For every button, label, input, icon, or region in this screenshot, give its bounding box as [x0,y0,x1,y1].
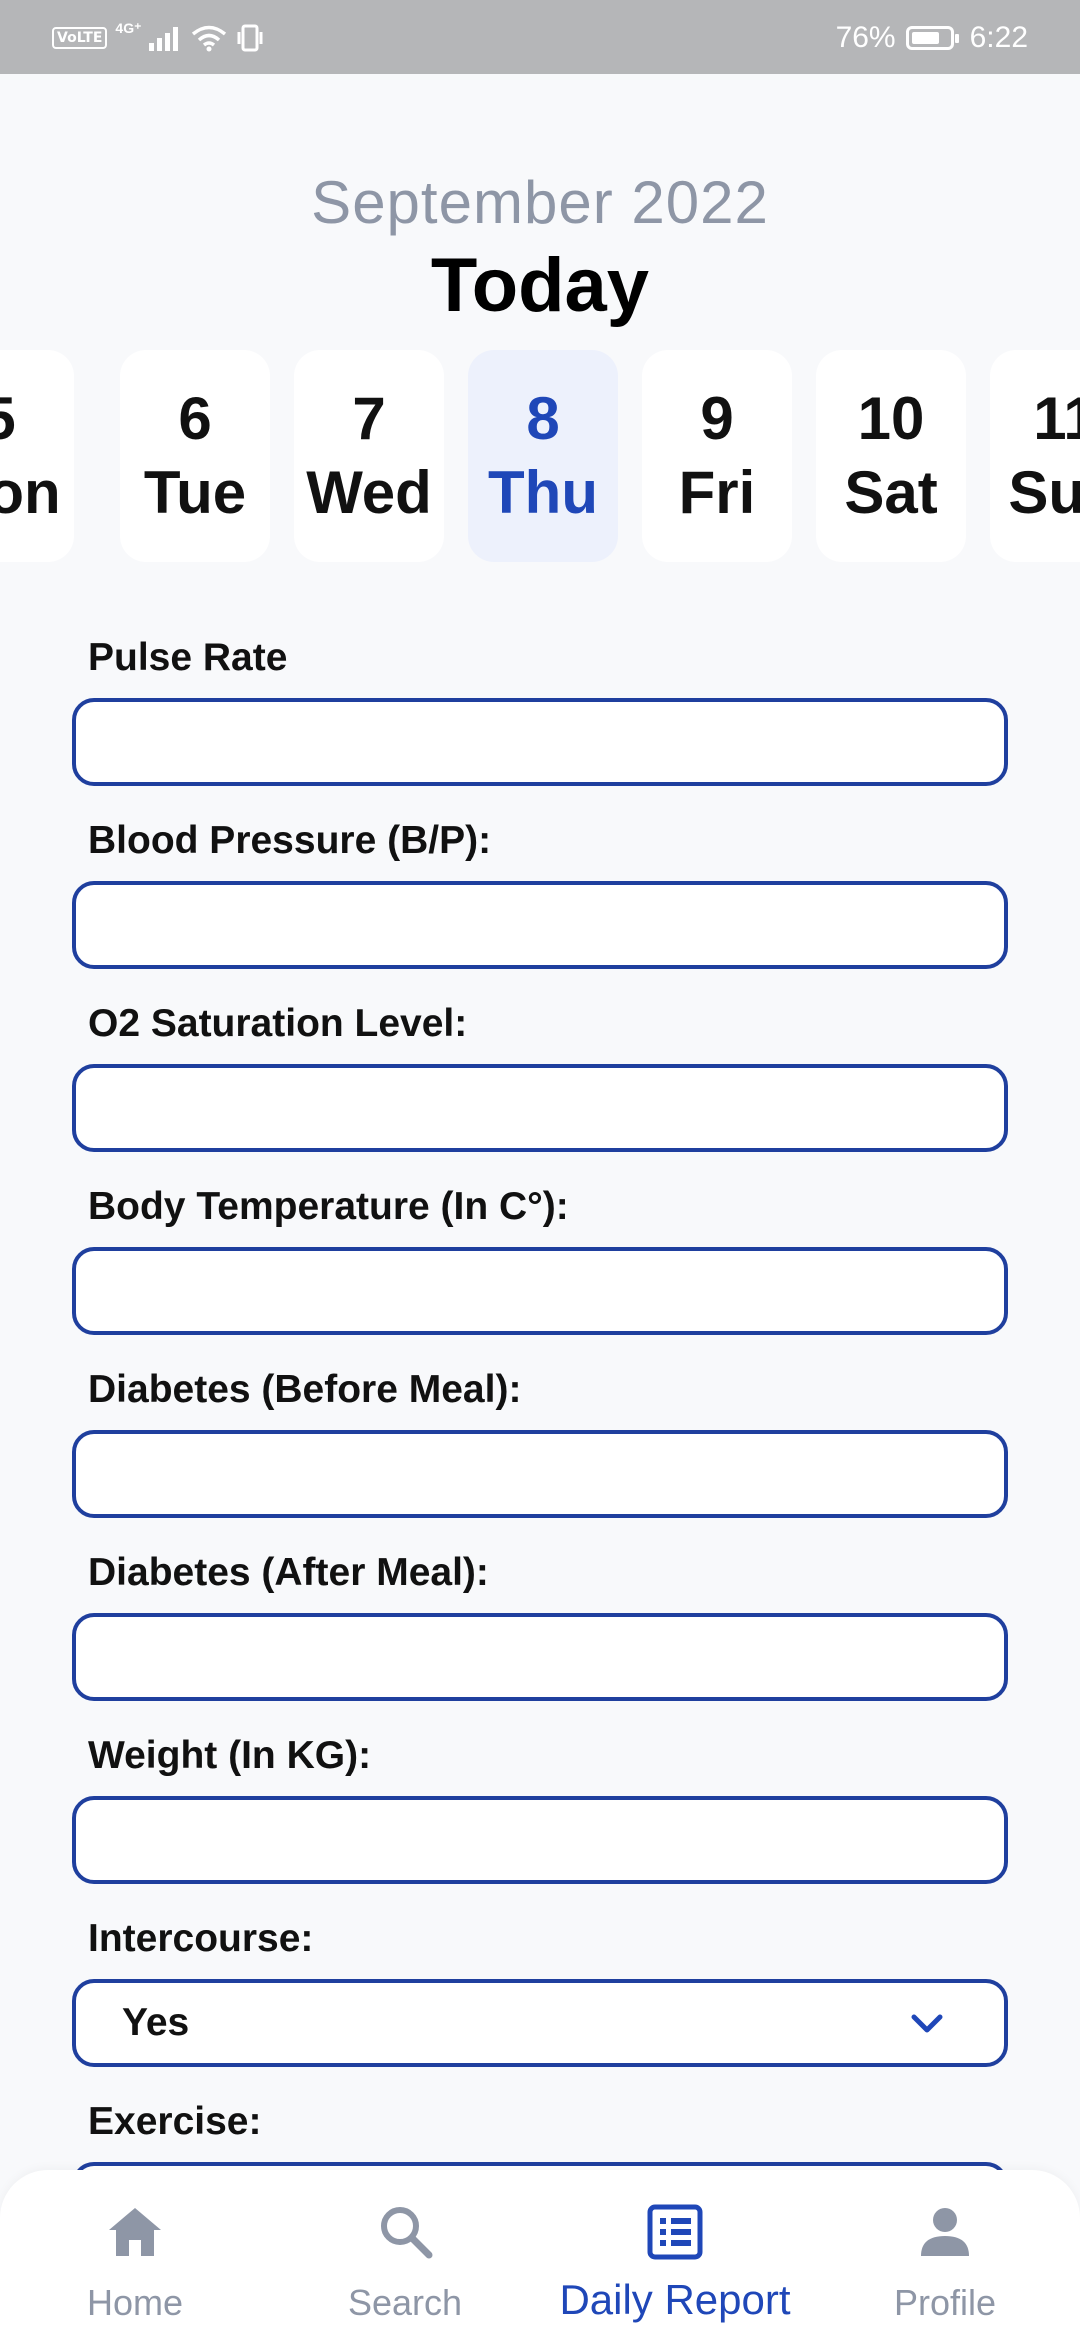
weight-label: Weight (In KG): [88,1734,372,1777]
status-left: VoLTE 4G⁺ [52,18,265,58]
clock: 6:22 [969,21,1028,54]
day-strip[interactable]: 5 Mon 6 Tue 7 Wed 8 Thu 9 Fri 10 Sat 11 … [0,350,1080,562]
blood-pressure-field: Blood Pressure (B/P): [72,809,1008,992]
day-card-6[interactable]: 6 Tue [120,350,270,562]
day-number: 10 [857,385,925,452]
pulse-rate-field: Pulse Rate [72,626,1008,809]
nav-profile-label: Profile [893,2282,997,2323]
day-card-5[interactable]: 5 Mon [0,350,74,562]
battery-icon [905,26,959,50]
day-name: Sun [1008,459,1080,526]
body-temperature-input[interactable] [72,1247,1008,1335]
diabetes-after-meal-field: Diabetes (After Meal): [72,1541,1008,1724]
diabetes-before-meal-input[interactable] [72,1430,1008,1518]
chevron-down-icon [911,2014,943,2033]
day-name: Sat [844,459,938,526]
battery-level [911,32,939,44]
day-number: 7 [352,385,386,452]
intercourse-label: Intercourse: [88,1917,314,1960]
diabetes-after-meal-label: Diabetes (After Meal): [88,1551,489,1594]
intercourse-selected-value: Yes [122,2001,190,2044]
nav-home[interactable]: Home [0,2170,270,2340]
day-card-9[interactable]: 9 Fri [642,350,792,562]
diabetes-before-meal-field: Diabetes (Before Meal): [72,1358,1008,1541]
status-right: 76% 6:22 [836,18,1028,58]
nav-search[interactable]: Search [270,2170,540,2340]
day-name: Thu [488,459,598,526]
nav-search-label: Search [347,2282,463,2323]
weight-field: Weight (In KG): [72,1724,1008,1907]
body-temperature-label: Body Temperature (In C°): [88,1185,569,1228]
report-list-icon [647,2204,703,2260]
intercourse-select[interactable]: Yes [72,1979,1008,2067]
day-name: Fri [678,459,756,526]
blood-pressure-label: Blood Pressure (B/P): [88,819,492,862]
day-name: Wed [306,459,432,526]
nav-daily-report-label: Daily Report [559,2276,791,2323]
signal-icon [149,27,179,51]
page-title: Today [430,243,650,328]
profile-icon [921,2208,969,2256]
day-number: 9 [700,385,734,452]
home-icon [109,2208,161,2256]
day-number: 6 [178,385,212,452]
daily-report-form: Pulse Rate Blood Pressure (B/P): O2 Satu… [72,626,1008,2273]
status-bar: VoLTE 4G⁺ 76% 6:22 [0,0,1080,74]
day-number: 5 [0,386,74,452]
day-card-10[interactable]: 10 Sat [816,350,966,562]
battery-percent: 76% [835,21,896,54]
body-temperature-field: Body Temperature (In C°): [72,1175,1008,1358]
mobile-network-label: 4G⁺ [115,20,142,36]
month-label: September 2022 [311,169,769,236]
search-icon [381,2207,433,2259]
pulse-rate-label: Pulse Rate [88,636,288,679]
exercise-label: Exercise: [88,2100,262,2143]
day-card-7[interactable]: 7 Wed [294,350,444,562]
day-card-8[interactable]: 8 Thu [468,350,618,562]
o2-saturation-label: O2 Saturation Level: [88,1002,468,1045]
nav-daily-report[interactable]: Daily Report [540,2170,810,2340]
intercourse-field: Intercourse: Yes [72,1907,1008,2090]
pulse-rate-input[interactable] [72,698,1008,786]
o2-saturation-field: O2 Saturation Level: [72,992,1008,1175]
volte-icon: VoLTE [52,27,108,49]
nav-profile[interactable]: Profile [810,2170,1080,2340]
bottom-nav: Home Search Daily Report Profile [0,2170,1080,2340]
diabetes-before-meal-label: Diabetes (Before Meal): [88,1368,522,1411]
nav-home-label: Home [86,2282,184,2323]
blood-pressure-input[interactable] [72,881,1008,969]
day-name: Tue [143,459,247,526]
vibrate-icon [237,24,263,52]
day-card-11[interactable]: 11 Sun [990,350,1080,562]
diabetes-after-meal-input[interactable] [72,1613,1008,1701]
wifi-icon [192,25,227,52]
day-number: 11 [1033,385,1080,452]
o2-saturation-input[interactable] [72,1064,1008,1152]
weight-input[interactable] [72,1796,1008,1884]
day-name: Mon [0,459,61,526]
day-number: 8 [526,385,560,452]
